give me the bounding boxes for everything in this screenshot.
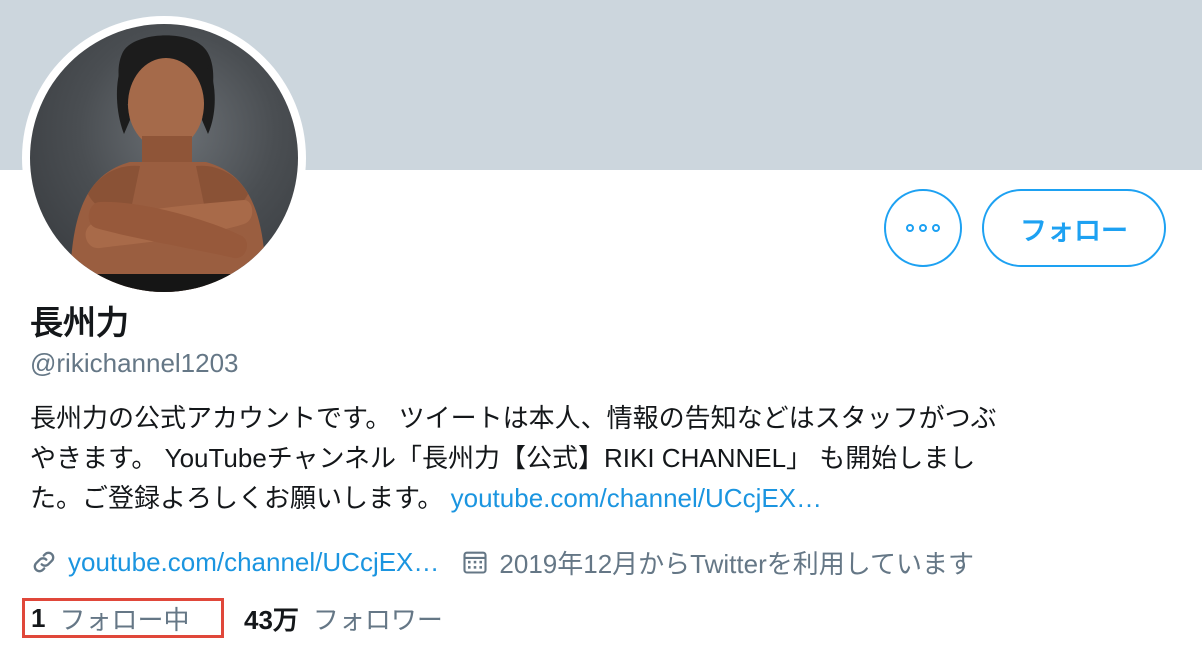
bio-line: た。ご登録よろしくお願いします。 youtube.com/channel/UCc…: [30, 478, 1150, 518]
join-date: 2019年12月からTwitterを利用しています: [499, 548, 974, 579]
following-count-link[interactable]: 1 フォロー中: [22, 598, 224, 638]
avatar-photo: [30, 24, 298, 292]
website-link[interactable]: youtube.com/channel/UCcjEX…: [68, 547, 439, 578]
profile-meta: youtube.com/channel/UCcjEX… 2019年12月からTw…: [30, 540, 974, 584]
following-count: 1: [31, 602, 46, 633]
avatar[interactable]: [22, 16, 306, 300]
bio-text: た。ご登録よろしくお願いします。: [30, 483, 451, 513]
followers-count: 43万: [244, 604, 299, 635]
bio-line: 長州力の公式アカウントです。 ツイートは本人、情報の告知などはスタッフがつぶ: [30, 403, 997, 433]
link-icon: [30, 548, 58, 576]
followers-label: フォロワー: [312, 604, 443, 635]
profile-stats: 1 フォロー中 43万 フォロワー: [0, 596, 1202, 644]
user-handle: @rikichannel1203: [30, 348, 239, 378]
more-options-button[interactable]: [884, 189, 962, 267]
more-horizontal-icon: [906, 224, 940, 232]
follow-button[interactable]: フォロー: [982, 189, 1166, 267]
display-name: 長州力: [30, 304, 129, 341]
profile-bio: 長州力の公式アカウントです。 ツイートは本人、情報の告知などはスタッフがつぶ や…: [30, 398, 1150, 518]
bio-link[interactable]: youtube.com/channel/UCcjEX…: [451, 483, 822, 513]
following-label: フォロー中: [59, 604, 190, 635]
followers-count-link[interactable]: 43万 フォロワー: [244, 598, 443, 638]
bio-line: やきます。 YouTubeチャンネル「長州力【公式】RIKI CHANNEL」 …: [30, 443, 976, 473]
profile-page: フォロー 長州力 @rikichannel1203 長州力の公式アカウントです。…: [0, 0, 1202, 656]
calendar-icon: [461, 548, 489, 576]
